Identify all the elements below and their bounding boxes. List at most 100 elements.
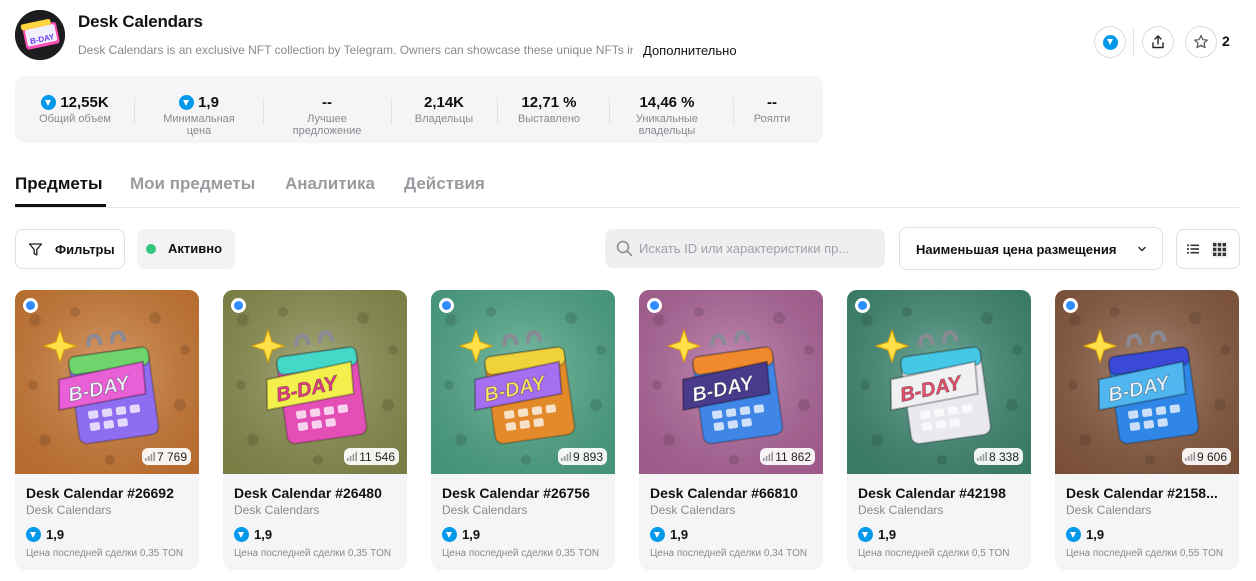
- nft-image[interactable]: B-DAY 9 606: [1055, 290, 1239, 474]
- stat-value: --: [322, 94, 332, 111]
- favorite-button[interactable]: [1185, 26, 1217, 58]
- stat-divider: [733, 98, 734, 124]
- tab-analytics[interactable]: Аналитика: [285, 174, 375, 194]
- nft-name[interactable]: Desk Calendar #26692: [26, 485, 191, 501]
- stat-unique-owners: 14,46 % Уникальные владельцы: [621, 76, 713, 143]
- stat-divider: [391, 98, 392, 124]
- collection-logo: B-DAY: [15, 10, 65, 60]
- nft-name[interactable]: Desk Calendar #26756: [442, 485, 607, 501]
- nft-image[interactable]: B-DAY 8 338: [847, 290, 1031, 474]
- nft-price-value: 1,9: [1086, 527, 1105, 542]
- stat-value: 12,55K: [60, 94, 109, 111]
- tab-items[interactable]: Предметы: [15, 174, 103, 194]
- verified-icon: [439, 298, 454, 313]
- ton-button[interactable]: [1094, 26, 1126, 58]
- nft-card[interactable]: B-DAY 11 546 Desk Calendar #26480 Desk C…: [223, 290, 407, 570]
- tab-activity[interactable]: Действия: [404, 174, 485, 194]
- nft-image[interactable]: B-DAY 7 769: [15, 290, 199, 474]
- nft-card[interactable]: B-DAY 9 606 Desk Calendar #2158... Desk …: [1055, 290, 1239, 570]
- nft-card[interactable]: B-DAY 7 769 Desk Calendar #26692 Desk Ca…: [15, 290, 199, 570]
- stat-divider: [609, 98, 610, 124]
- chevron-down-icon: [1138, 246, 1146, 252]
- tab-my-items[interactable]: Мои предметы: [130, 174, 255, 194]
- signal-icon: [763, 452, 774, 461]
- stat-divider: [134, 98, 135, 124]
- nft-image[interactable]: B-DAY 9 893: [431, 290, 615, 474]
- active-status-dot: [146, 244, 156, 254]
- filter-icon: [28, 243, 43, 256]
- nft-price-value: 1,9: [254, 527, 273, 542]
- stat-owners: 2,14K Владельцы: [405, 76, 483, 143]
- last-sale-price: Цена последней сделки 0,34 TON: [650, 548, 808, 559]
- nft-price-value: 1,9: [878, 527, 897, 542]
- list-view-icon[interactable]: [1186, 242, 1200, 256]
- last-sale-price: Цена последней сделки 0,5 TON: [858, 548, 1010, 559]
- nft-price: 1,9: [234, 527, 272, 542]
- nft-price: 1,9: [858, 527, 896, 542]
- nft-name[interactable]: Desk Calendar #2158...: [1066, 485, 1231, 501]
- search-input[interactable]: [639, 229, 879, 268]
- more-link[interactable]: Дополнительно: [643, 43, 737, 58]
- stat-label: Уникальные владельцы: [635, 113, 699, 137]
- stat-value: 2,14K: [423, 94, 465, 111]
- supply-badge: 8 338: [973, 448, 1023, 465]
- nft-collection: Desk Calendars: [234, 503, 320, 517]
- ton-icon: [442, 527, 457, 542]
- filters-label: Фильтры: [55, 242, 115, 257]
- nft-name[interactable]: Desk Calendar #42198: [858, 485, 1023, 501]
- view-toggle: [1176, 229, 1240, 269]
- ton-icon: [26, 527, 41, 542]
- supply-count: 7 769: [156, 449, 187, 464]
- active-label: Активно: [168, 241, 223, 256]
- stat-divider: [497, 98, 498, 124]
- stat-royalty: -- Роялти: [743, 76, 801, 143]
- ton-icon: [1102, 34, 1118, 50]
- ton-icon: [179, 95, 195, 110]
- nft-card[interactable]: B-DAY 11 862 Desk Calendar #66810 Desk C…: [639, 290, 823, 570]
- nft-price-value: 1,9: [46, 527, 65, 542]
- stat-label: Роялти: [753, 113, 791, 125]
- verified-icon: [1063, 298, 1078, 313]
- nft-collection: Desk Calendars: [26, 503, 112, 517]
- stat-label: Выставлено: [517, 113, 581, 125]
- supply-badge: 9 606: [1181, 448, 1231, 465]
- ton-icon: [41, 95, 57, 110]
- nft-collection: Desk Calendars: [1066, 503, 1152, 517]
- stat-label: Общий объем: [39, 113, 111, 125]
- active-toggle[interactable]: Активно: [137, 229, 235, 269]
- supply-count: 11 862: [775, 449, 811, 464]
- stat-value: 1,9: [198, 94, 219, 111]
- nft-price: 1,9: [650, 527, 688, 542]
- nft-name[interactable]: Desk Calendar #66810: [650, 485, 815, 501]
- supply-count: 9 893: [572, 449, 603, 464]
- stat-label: Владельцы: [414, 113, 474, 125]
- collection-description: Desk Calendars is an exclusive NFT colle…: [78, 43, 633, 57]
- nft-price-value: 1,9: [670, 527, 689, 542]
- stats-panel: 12,55K Общий объем 1,9 Минимальная цена …: [15, 76, 823, 143]
- grid-view-icon[interactable]: [1211, 241, 1228, 258]
- verified-icon: [231, 298, 246, 313]
- nft-name[interactable]: Desk Calendar #26480: [234, 485, 399, 501]
- nft-collection: Desk Calendars: [650, 503, 736, 517]
- verified-icon: [23, 298, 38, 313]
- stat-total-volume: 12,55K Общий объем: [25, 76, 125, 143]
- supply-badge: 7 769: [141, 448, 191, 465]
- nft-price-value: 1,9: [462, 527, 481, 542]
- signal-icon: [976, 452, 987, 461]
- collection-header: B-DAY Desk Calendars Desk Calendars is a…: [15, 10, 1245, 70]
- share-button[interactable]: [1142, 26, 1174, 58]
- sort-dropdown[interactable]: Наименьшая цена размещения: [899, 227, 1163, 270]
- signal-icon: [347, 452, 358, 461]
- filters-button[interactable]: Фильтры: [15, 229, 125, 269]
- ton-icon: [858, 527, 873, 542]
- nft-image[interactable]: B-DAY 11 546: [223, 290, 407, 474]
- tab-bar: Предметы Мои предметы Аналитика Действия: [15, 168, 1239, 208]
- stat-value: 12,71 %: [521, 94, 577, 111]
- nft-card[interactable]: B-DAY 9 893 Desk Calendar #26756 Desk Ca…: [431, 290, 615, 570]
- favorites-count: 2: [1222, 33, 1230, 49]
- nft-collection: Desk Calendars: [858, 503, 944, 517]
- nft-image[interactable]: B-DAY 11 862: [639, 290, 823, 474]
- nft-card[interactable]: B-DAY 8 338 Desk Calendar #42198 Desk Ca…: [847, 290, 1031, 570]
- stat-best-offer: -- Лучшее предложение: [285, 76, 369, 143]
- stat-value: --: [767, 94, 777, 111]
